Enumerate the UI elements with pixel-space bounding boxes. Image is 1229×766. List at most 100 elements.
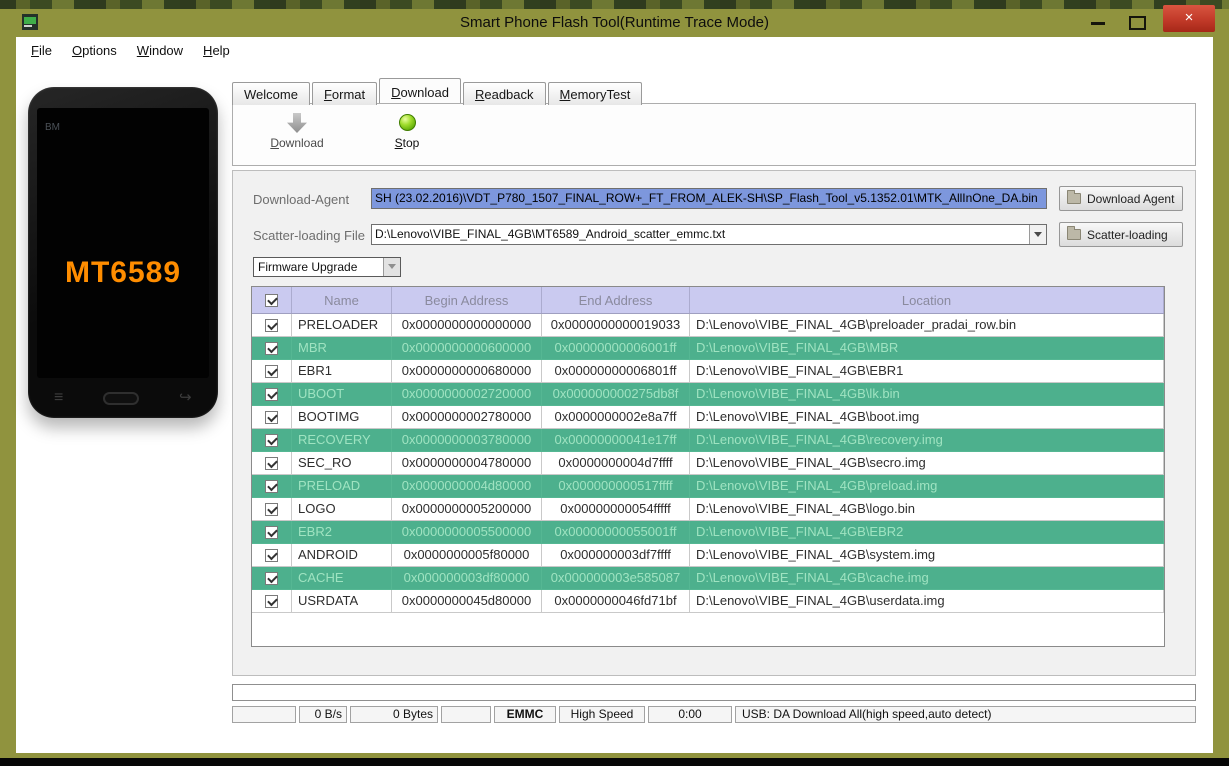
stop-button[interactable]: Stop [379, 113, 435, 152]
begin-address-cell: 0x0000000045d80000 [392, 590, 542, 613]
row-checkbox-cell [252, 452, 292, 475]
maximize-button[interactable] [1123, 13, 1149, 31]
table-row[interactable]: LOGO 0x0000000005200000 0x00000000054fff… [252, 498, 1164, 521]
tab-welcome[interactable]: Welcome [232, 82, 310, 105]
table-row[interactable]: SEC_RO 0x0000000004780000 0x0000000004d7… [252, 452, 1164, 475]
table-row[interactable]: MBR 0x0000000000600000 0x00000000006001f… [252, 337, 1164, 360]
scatter-file-combobox[interactable]: D:\Lenovo\VIBE_FINAL_4GB\MT6589_Android_… [371, 224, 1047, 245]
scatter-loading-label: Scatter-loading File [253, 228, 365, 243]
table-row[interactable]: BOOTIMG 0x0000000002780000 0x0000000002e… [252, 406, 1164, 429]
tab-download[interactable]: Download [379, 78, 461, 103]
end-address-cell: 0x000000003df7ffff [542, 544, 690, 567]
table-row[interactable]: CACHE 0x000000003df80000 0x000000003e585… [252, 567, 1164, 590]
dropdown-arrow-icon[interactable] [383, 258, 400, 276]
header-begin-address: Begin Address [392, 287, 542, 313]
row-checkbox-cell [252, 567, 292, 590]
location-cell: D:\Lenovo\VIBE_FINAL_4GB\secro.img [690, 452, 1164, 475]
end-address-cell: 0x0000000004d7ffff [542, 452, 690, 475]
scatter-loading-button[interactable]: Scatter-loading [1059, 222, 1183, 247]
row-checkbox[interactable] [265, 410, 278, 424]
table-header: Name Begin Address End Address Location [252, 287, 1164, 314]
row-checkbox[interactable] [265, 502, 278, 516]
status-cell-blank-1 [232, 706, 296, 723]
end-address-cell: 0x00000000054fffff [542, 498, 690, 521]
download-form-panel: Download-Agent SH (23.02.2016)\VDT_P780_… [232, 170, 1196, 676]
location-cell: D:\Lenovo\VIBE_FINAL_4GB\MBR [690, 337, 1164, 360]
table-row[interactable]: RECOVERY 0x0000000003780000 0x0000000004… [252, 429, 1164, 452]
row-checkbox[interactable] [265, 479, 278, 493]
close-button[interactable]: × [1163, 5, 1215, 32]
table-row[interactable]: UBOOT 0x0000000002720000 0x000000000275d… [252, 383, 1164, 406]
stop-icon [398, 114, 416, 131]
row-checkbox[interactable] [265, 548, 278, 562]
menu-item-file[interactable]: File [21, 37, 62, 61]
header-name: Name [292, 287, 392, 313]
phone-nav: ≡ ↩ [28, 385, 218, 411]
select-all-checkbox[interactable] [265, 293, 278, 307]
table-row[interactable]: PRELOADER 0x0000000000000000 0x000000000… [252, 314, 1164, 337]
table-row[interactable]: EBR1 0x0000000000680000 0x00000000006801… [252, 360, 1164, 383]
begin-address-cell: 0x0000000005500000 [392, 521, 542, 544]
row-checkbox[interactable] [265, 571, 278, 585]
minimize-button[interactable] [1085, 13, 1111, 31]
row-checkbox[interactable] [265, 456, 278, 470]
row-checkbox[interactable] [265, 525, 278, 539]
end-address-cell: 0x00000000006001ff [542, 337, 690, 360]
header-checkbox-cell [252, 287, 292, 313]
row-checkbox[interactable] [265, 318, 278, 332]
begin-address-cell: 0x0000000000000000 [392, 314, 542, 337]
download-arrow-icon [287, 113, 307, 133]
row-checkbox[interactable] [265, 594, 278, 608]
row-checkbox-cell [252, 544, 292, 567]
end-address-cell: 0x0000000046fd71bf [542, 590, 690, 613]
row-checkbox-cell [252, 383, 292, 406]
row-checkbox[interactable] [265, 433, 278, 447]
download-agent-label: Download-Agent [253, 192, 350, 207]
download-button[interactable]: Download [259, 113, 335, 152]
window-title: Smart Phone Flash Tool(Runtime Trace Mod… [459, 14, 770, 31]
row-checkbox-cell [252, 475, 292, 498]
row-checkbox-cell [252, 521, 292, 544]
status-cell-bytes: 0 Bytes [350, 706, 438, 723]
status-cell-speed: 0 B/s [299, 706, 347, 723]
end-address-cell: 0x00000000041e17ff [542, 429, 690, 452]
menu-item-window[interactable]: Window [127, 37, 193, 61]
firmware-mode-select[interactable]: Firmware Upgrade [253, 257, 401, 277]
table-row[interactable]: PRELOAD 0x0000000004d80000 0x00000000051… [252, 475, 1164, 498]
header-end-address: End Address [542, 287, 690, 313]
partition-name-cell: SEC_RO [292, 452, 392, 475]
location-cell: D:\Lenovo\VIBE_FINAL_4GB\preload.img [690, 475, 1164, 498]
menu-bar: File Options Window Help [16, 37, 1213, 65]
row-checkbox[interactable] [265, 387, 278, 401]
firmware-mode-value: Firmware Upgrade [258, 260, 358, 274]
status-cell-storage: EMMC [494, 706, 556, 723]
status-bar: 0 B/s 0 Bytes EMMC High Speed 0:00 USB: DA Do… [232, 706, 1196, 723]
tab-memorytest[interactable]: MemoryTest [547, 82, 643, 105]
download-agent-field[interactable]: SH (23.02.2016)\VDT_P780_1507_FINAL_ROW+… [371, 188, 1047, 209]
begin-address-cell: 0x0000000004d80000 [392, 475, 542, 498]
end-address-cell: 0x000000003e585087 [542, 567, 690, 590]
folder-icon [1067, 190, 1081, 204]
folder-icon [1067, 226, 1081, 240]
row-checkbox[interactable] [265, 364, 278, 378]
dropdown-arrow-icon[interactable] [1029, 225, 1046, 244]
location-cell: D:\Lenovo\VIBE_FINAL_4GB\EBR1 [690, 360, 1164, 383]
status-cell-time: 0:00 [648, 706, 732, 723]
table-row[interactable]: ANDROID 0x0000000005f80000 0x000000003df… [252, 544, 1164, 567]
row-checkbox[interactable] [265, 341, 278, 355]
tab-format[interactable]: Format [311, 82, 378, 105]
close-icon: × [1184, 9, 1194, 26]
download-agent-button[interactable]: Download Agent [1059, 186, 1183, 211]
partition-name-cell: CACHE [292, 567, 392, 590]
phone-screen: BM MT6589 [37, 108, 209, 378]
menu-item-options[interactable]: Options [62, 37, 127, 61]
location-cell: D:\Lenovo\VIBE_FINAL_4GB\boot.img [690, 406, 1164, 429]
phone-home-button [103, 391, 140, 405]
location-cell: D:\Lenovo\VIBE_FINAL_4GB\EBR2 [690, 521, 1164, 544]
tab-readback[interactable]: Readback [462, 82, 546, 105]
table-row[interactable]: EBR2 0x0000000005500000 0x00000000055001… [252, 521, 1164, 544]
row-checkbox-cell [252, 590, 292, 613]
table-row[interactable]: USRDATA 0x0000000045d80000 0x0000000046f… [252, 590, 1164, 613]
end-address-cell: 0x0000000000019033 [542, 314, 690, 337]
menu-item-help[interactable]: Help [193, 37, 240, 61]
